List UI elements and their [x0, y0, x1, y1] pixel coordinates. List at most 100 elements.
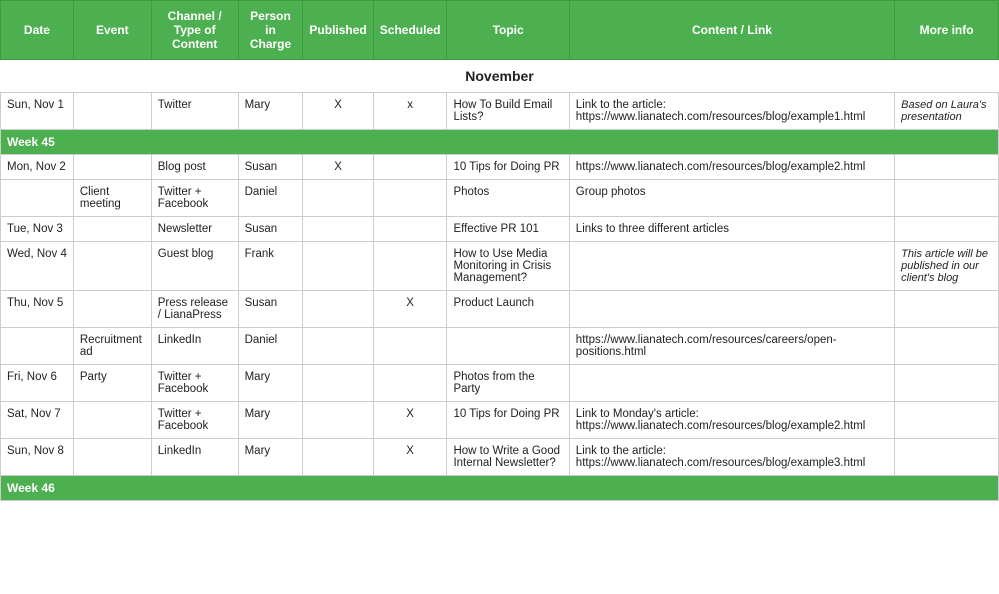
date-cell: Wed, Nov 4: [1, 242, 74, 291]
topic-cell: How to Write a Good Internal Newsletter?: [447, 439, 569, 476]
published-cell: [303, 180, 373, 217]
published-cell: [303, 291, 373, 328]
table-row: Tue, Nov 3NewsletterSusanEffective PR 10…: [1, 217, 999, 242]
table-row: Sun, Nov 8 LinkedInMary XHow to Write a Go…: [1, 439, 999, 476]
channel-cell: Guest blog: [151, 242, 238, 291]
event-cell: [73, 155, 151, 180]
published-cell: X: [303, 155, 373, 180]
scheduled-cell: X: [373, 439, 447, 476]
date-cell: Sun, Nov 1: [1, 93, 74, 130]
more-info-cell: [895, 180, 999, 217]
person-cell: Mary: [238, 439, 303, 476]
channel-cell: Twitter + Facebook: [151, 180, 238, 217]
channel-cell: Twitter + Facebook: [151, 402, 238, 439]
topic-cell: Effective PR 101: [447, 217, 569, 242]
event-cell: [73, 217, 151, 242]
published-cell: [303, 217, 373, 242]
more-info-cell: [895, 439, 999, 476]
table-row: Thu, Nov 5 Press release / LianaPressSusa…: [1, 291, 999, 328]
content-cell: https://www.lianatech.com/resources/blog…: [569, 155, 894, 180]
event-cell: [73, 402, 151, 439]
person-cell: Daniel: [238, 328, 303, 365]
scheduled-cell: [373, 180, 447, 217]
content-cell: Link to the article: https://www.lianate…: [569, 439, 894, 476]
col-topic: Topic: [447, 1, 569, 60]
date-cell: Thu, Nov 5: [1, 291, 74, 328]
scheduled-cell: X: [373, 291, 447, 328]
topic-cell: How To Build Email Lists?: [447, 93, 569, 130]
topic-cell: 10 Tips for Doing PR: [447, 155, 569, 180]
date-cell: Tue, Nov 3: [1, 217, 74, 242]
month-header-row: November: [1, 60, 999, 93]
scheduled-cell: [373, 217, 447, 242]
published-cell: [303, 439, 373, 476]
content-cell: Link to the article: https://www.lianate…: [569, 93, 894, 130]
more-info-cell: [895, 365, 999, 402]
col-scheduled: Scheduled: [373, 1, 447, 60]
week-label-row: Week 45: [1, 130, 999, 155]
more-info-cell: [895, 217, 999, 242]
event-cell: Party: [73, 365, 151, 402]
channel-cell: Press release / LianaPress: [151, 291, 238, 328]
scheduled-cell: [373, 242, 447, 291]
topic-cell: 10 Tips for Doing PR: [447, 402, 569, 439]
col-person: Person in Charge: [238, 1, 303, 60]
topic-cell: Photos from the Party: [447, 365, 569, 402]
col-channel: Channel / Type of Content: [151, 1, 238, 60]
published-cell: [303, 328, 373, 365]
table-row: Fri, Nov 6PartyTwitter + FacebookMaryPho…: [1, 365, 999, 402]
content-cell: [569, 365, 894, 402]
week-label: Week 46: [1, 476, 999, 501]
date-cell: [1, 328, 74, 365]
content-cell: Group photos: [569, 180, 894, 217]
scheduled-cell: [373, 365, 447, 402]
more-info-cell: [895, 155, 999, 180]
published-cell: [303, 242, 373, 291]
event-cell: Recruitment ad: [73, 328, 151, 365]
channel-cell: LinkedIn: [151, 439, 238, 476]
channel-cell: Newsletter: [151, 217, 238, 242]
topic-cell: Product Launch: [447, 291, 569, 328]
table-row: Sun, Nov 1 TwitterMaryXxHow To Build Emai…: [1, 93, 999, 130]
topic-cell: How to Use Media Monitoring in Crisis Ma…: [447, 242, 569, 291]
table-row: Client meetingTwitter + FacebookDanielPh…: [1, 180, 999, 217]
table-row: Mon, Nov 2Blog postSusanX10 Tips for Doi…: [1, 155, 999, 180]
content-cell: Link to Monday's article: https://www.li…: [569, 402, 894, 439]
scheduled-cell: x: [373, 93, 447, 130]
event-cell: [73, 439, 151, 476]
topic-cell: [447, 328, 569, 365]
person-cell: Susan: [238, 291, 303, 328]
content-cell: [569, 242, 894, 291]
event-cell: [73, 93, 151, 130]
more-info-cell: [895, 402, 999, 439]
date-cell: [1, 180, 74, 217]
channel-cell: Twitter + Facebook: [151, 365, 238, 402]
content-calendar-table: Date Event Channel / Type of Content Per…: [0, 0, 999, 501]
col-published: Published: [303, 1, 373, 60]
date-cell: Sun, Nov 8: [1, 439, 74, 476]
col-event: Event: [73, 1, 151, 60]
channel-cell: LinkedIn: [151, 328, 238, 365]
published-cell: [303, 402, 373, 439]
table-row: Sat, Nov 7Twitter + FacebookMaryX10 Tips…: [1, 402, 999, 439]
date-cell: Mon, Nov 2: [1, 155, 74, 180]
date-cell: Sat, Nov 7: [1, 402, 74, 439]
person-cell: Mary: [238, 93, 303, 130]
published-cell: [303, 365, 373, 402]
published-cell: X: [303, 93, 373, 130]
channel-cell: Twitter: [151, 93, 238, 130]
col-date: Date: [1, 1, 74, 60]
person-cell: Mary: [238, 402, 303, 439]
person-cell: Frank: [238, 242, 303, 291]
header-row: Date Event Channel / Type of Content Per…: [1, 1, 999, 60]
table-row: Recruitment adLinkedInDanielhttps://www.…: [1, 328, 999, 365]
event-cell: Client meeting: [73, 180, 151, 217]
table-row: Wed, Nov 4 Guest blogFrank How to Use Medi…: [1, 242, 999, 291]
event-cell: [73, 242, 151, 291]
more-info-cell: This article will be published in our cl…: [895, 242, 999, 291]
content-cell: Links to three different articles: [569, 217, 894, 242]
topic-cell: Photos: [447, 180, 569, 217]
scheduled-cell: [373, 328, 447, 365]
date-cell: Fri, Nov 6: [1, 365, 74, 402]
more-info-cell: [895, 328, 999, 365]
